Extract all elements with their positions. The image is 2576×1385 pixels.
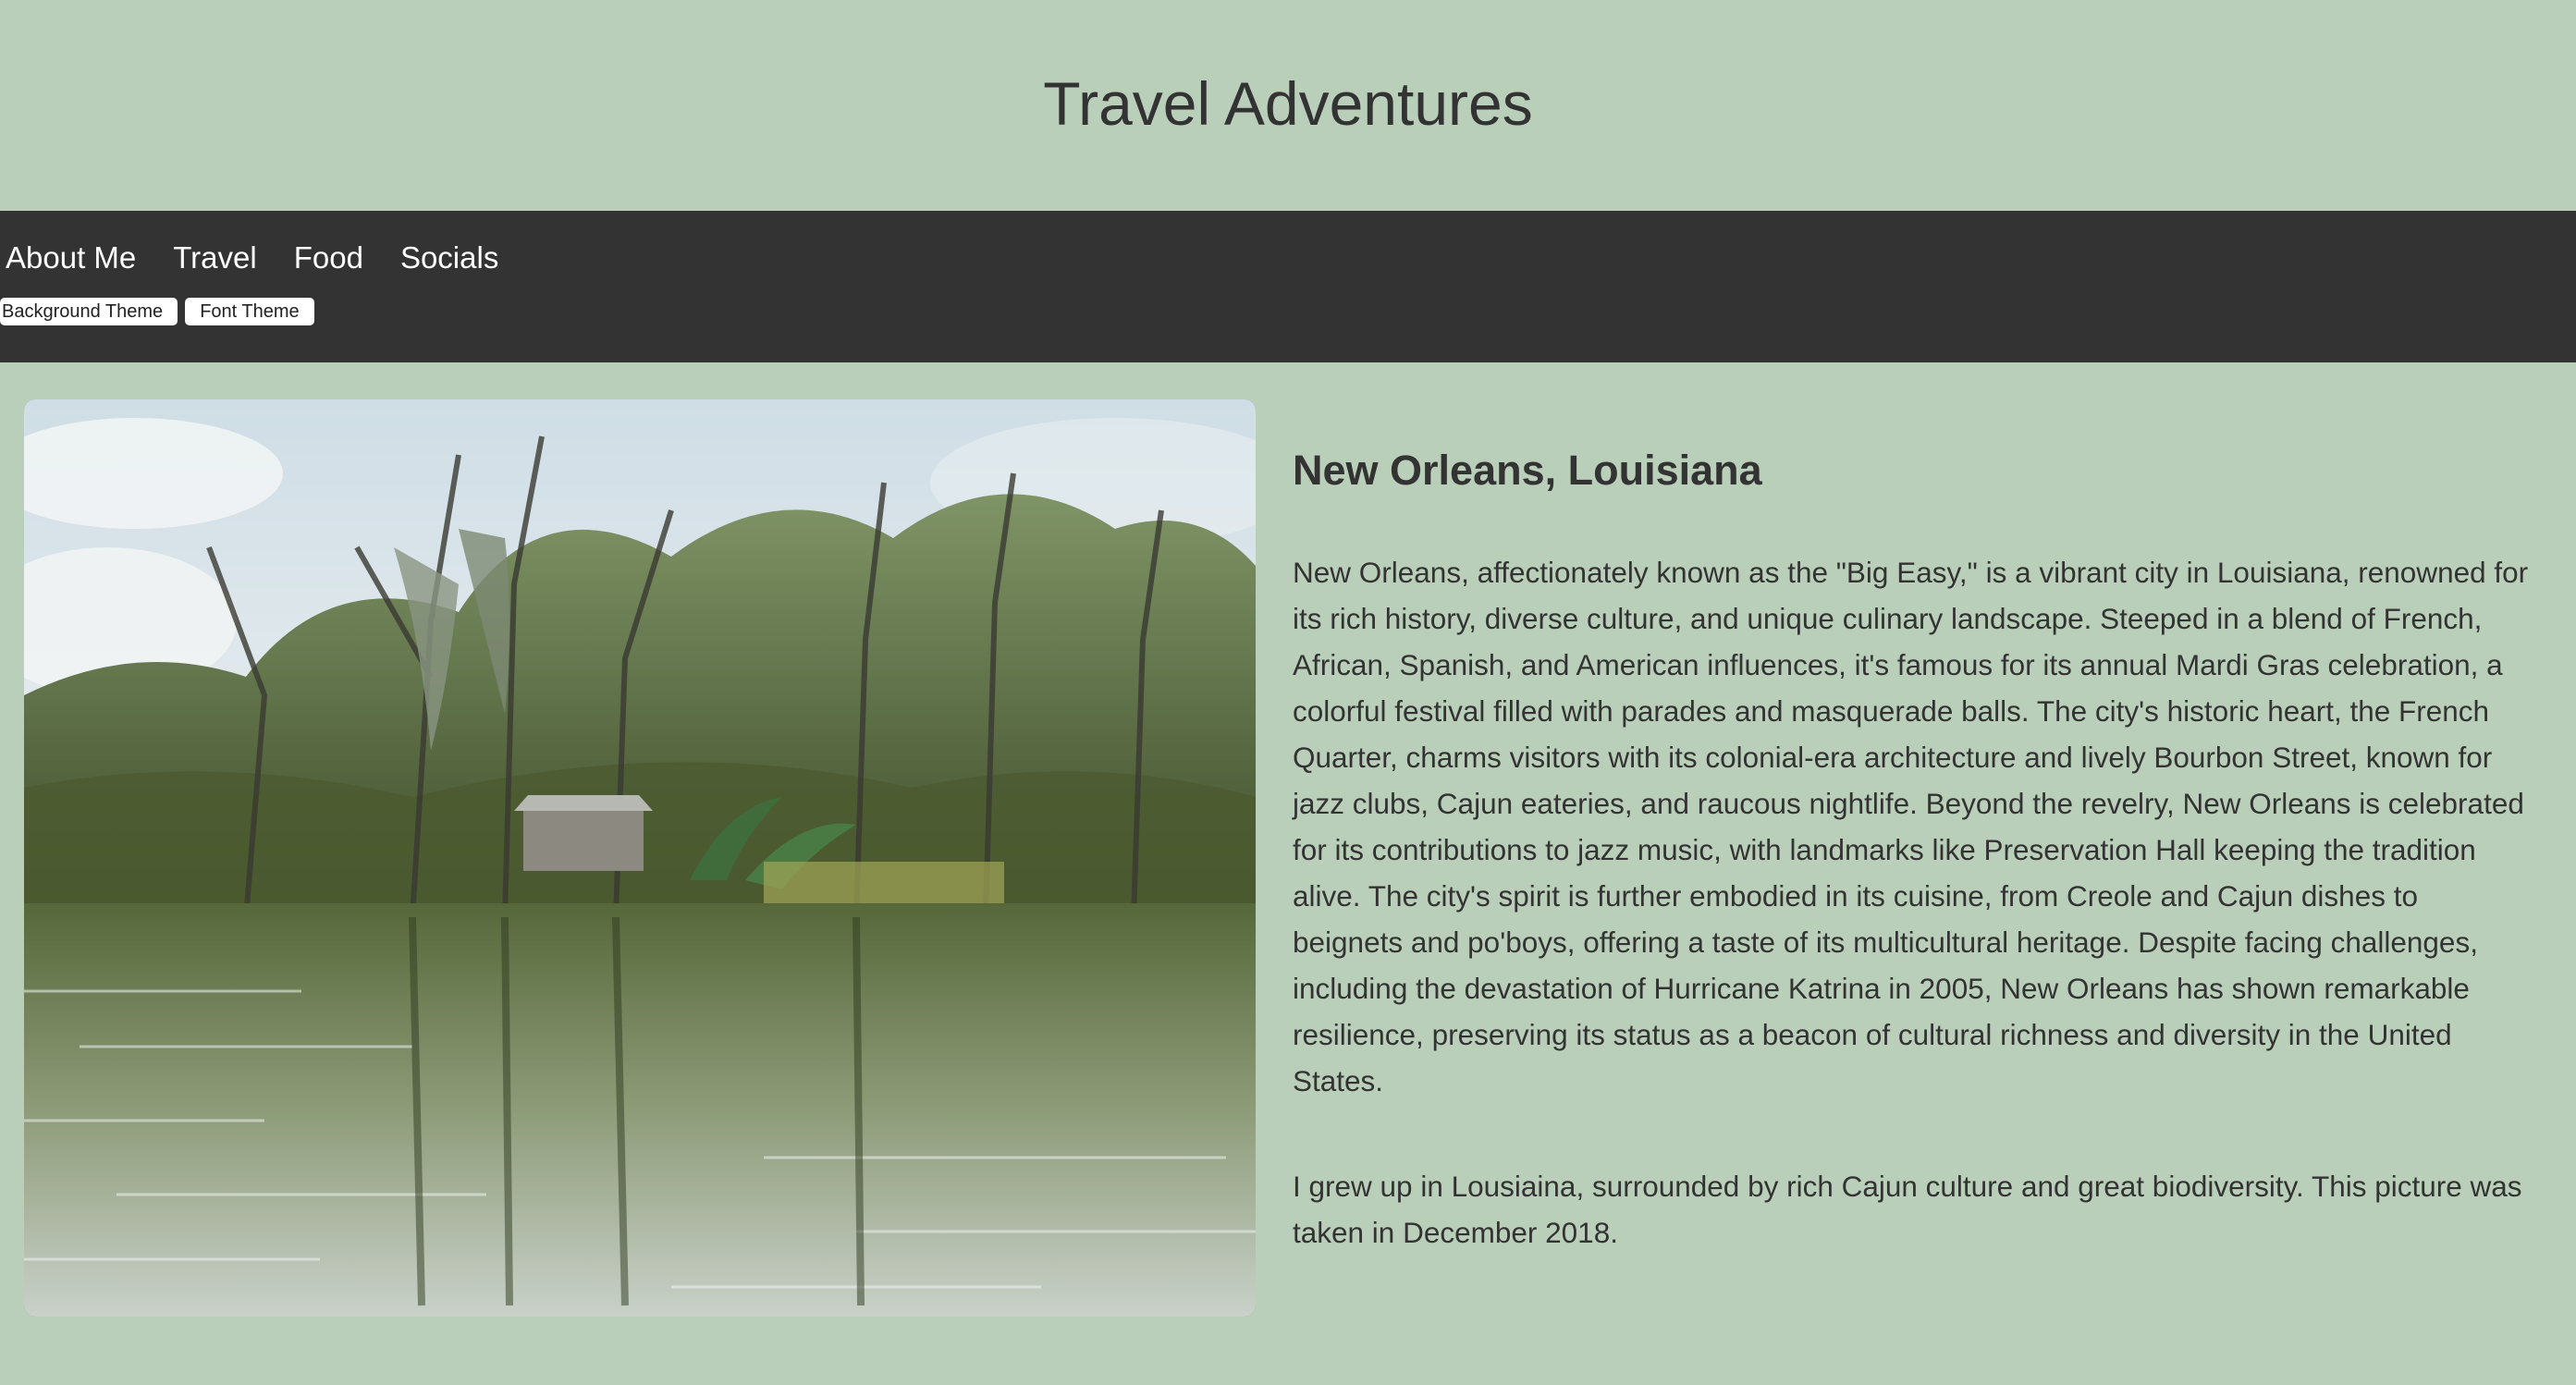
site-header: Travel Adventures xyxy=(0,0,2576,211)
nav-links: About Me Travel Food Socials xyxy=(0,240,530,276)
article: New Orleans, Louisiana New Orleans, affe… xyxy=(1293,436,2532,1256)
article-paragraph-personal: I grew up in Lousiaina, surrounded by ri… xyxy=(1293,1170,2522,1249)
article-heading: New Orleans, Louisiana xyxy=(1293,447,1762,494)
navbar: About Me Travel Food Socials Background … xyxy=(0,211,2576,362)
page-title: Travel Adventures xyxy=(1043,69,1533,138)
nav-link-socials[interactable]: Socials xyxy=(400,240,498,276)
article-paragraph-history: New Orleans, affectionately known as the… xyxy=(1293,556,2529,1097)
swamp-landscape-illustration xyxy=(24,399,1256,1317)
background-theme-button[interactable]: Background Theme xyxy=(0,298,178,325)
theme-buttons: Background Theme Font Theme xyxy=(0,298,322,325)
font-theme-button[interactable]: Font Theme xyxy=(185,298,314,325)
nav-link-travel[interactable]: Travel xyxy=(173,240,256,276)
nav-link-food[interactable]: Food xyxy=(294,240,363,276)
nav-link-about-me[interactable]: About Me xyxy=(6,240,136,276)
swamp-photo xyxy=(24,399,1256,1317)
